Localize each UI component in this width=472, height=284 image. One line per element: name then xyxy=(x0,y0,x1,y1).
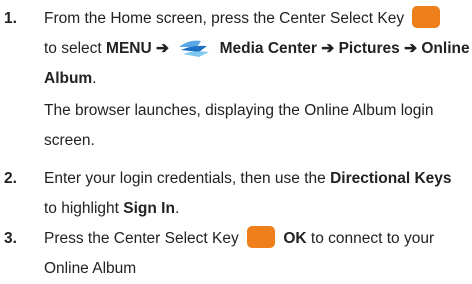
step-number: 3. xyxy=(4,230,17,247)
step-text: Press the Center Select Key OK to connec… xyxy=(44,224,472,284)
album-label: Album xyxy=(44,70,93,87)
step-number: 2. xyxy=(4,170,17,187)
menu-label: MENU xyxy=(106,40,152,57)
note-text: The browser launches, displaying the Onl… xyxy=(44,102,434,119)
note-text: screen. xyxy=(44,132,95,149)
instruction-page: 1. From the Home screen, press the Cente… xyxy=(0,0,472,281)
online-label: Online xyxy=(421,40,470,57)
ok-label: OK xyxy=(283,230,307,247)
arrow-icon: ➔ xyxy=(404,40,418,57)
center-select-key-icon xyxy=(247,226,276,248)
arrow-icon: ➔ xyxy=(321,40,335,57)
sign-in-label: Sign In xyxy=(123,200,175,217)
directional-keys-label: Directional Keys xyxy=(330,170,452,187)
media-center-icon xyxy=(179,40,210,57)
step-text: From the Home screen, press the Center S… xyxy=(44,4,472,156)
media-center-label: Media Center xyxy=(219,40,317,57)
step-number: 1. xyxy=(4,10,17,27)
step-text: Enter your login credentials, then use t… xyxy=(44,170,452,217)
pictures-label: Pictures xyxy=(338,40,400,57)
arrow-icon: ➔ xyxy=(155,40,169,57)
center-select-key-icon xyxy=(412,6,441,28)
